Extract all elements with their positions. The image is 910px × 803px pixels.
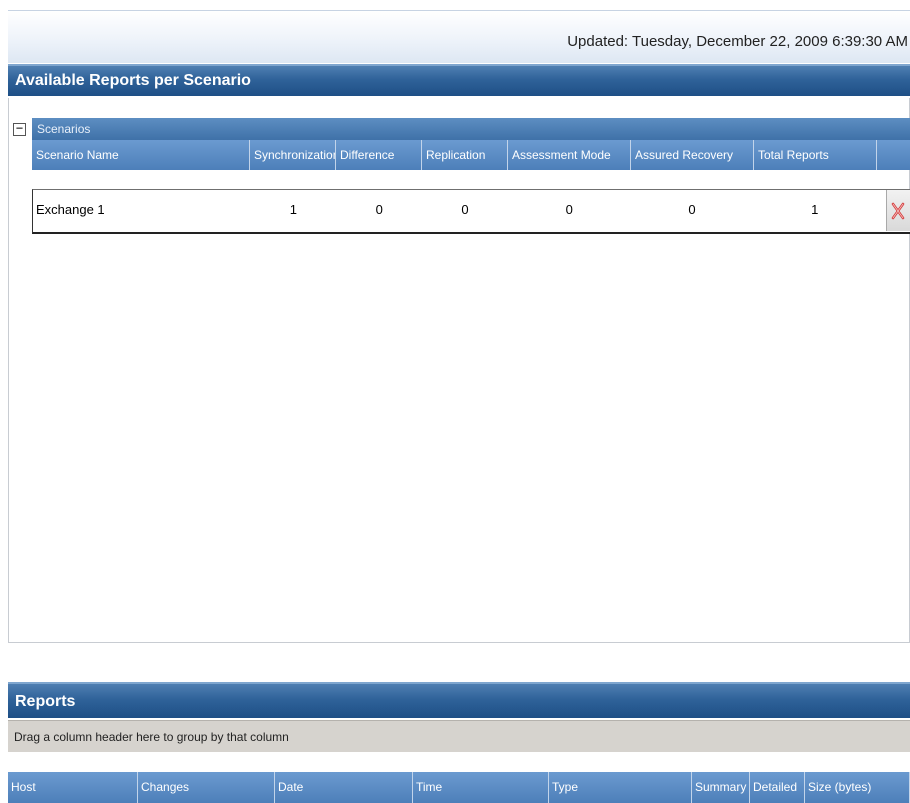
cell-replication: 0	[461, 202, 469, 217]
column-header-replication[interactable]: Replication	[422, 140, 508, 170]
column-header-difference[interactable]: Difference	[336, 140, 422, 170]
updated-bar: Updated: Tuesday, December 22, 2009 6:39…	[8, 10, 910, 63]
column-header-time[interactable]: Time	[413, 772, 549, 803]
column-header-date[interactable]: Date	[275, 772, 413, 803]
cell-synchronization: 1	[289, 202, 298, 217]
cell-difference: 0	[375, 202, 383, 217]
column-header-actions	[877, 140, 910, 170]
reports-column-header-row: Host Changes Date Time Type Summary Deta…	[8, 772, 910, 803]
section-title-available-reports: Available Reports per Scenario	[8, 64, 910, 96]
column-header-summary[interactable]: Summary	[692, 772, 750, 803]
table-row[interactable]: Exchange 1 1 0 0 0 0 1	[32, 189, 910, 234]
delete-icon	[892, 202, 905, 219]
scenarios-column-header-row: Scenario Name Synchronization Difference…	[32, 140, 910, 170]
scenarios-panel: − Scenarios Scenario Name Synchronizatio…	[8, 98, 910, 643]
column-header-total-reports[interactable]: Total Reports	[754, 140, 877, 170]
cell-assured-recovery: 0	[688, 202, 696, 217]
column-header-changes[interactable]: Changes	[138, 772, 275, 803]
column-header-assessment-mode[interactable]: Assessment Mode	[508, 140, 631, 170]
cell-delete	[876, 190, 910, 232]
column-header-type[interactable]: Type	[549, 772, 692, 803]
column-header-host[interactable]: Host	[8, 772, 138, 803]
column-header-size[interactable]: Size (bytes)	[805, 772, 910, 803]
cell-assessment-mode: 0	[565, 202, 573, 217]
collapse-group-button[interactable]: −	[13, 122, 26, 136]
column-header-assured-recovery[interactable]: Assured Recovery	[631, 140, 754, 170]
group-by-drop-area[interactable]: Drag a column header here to group by th…	[8, 720, 910, 752]
column-header-scenario-name[interactable]: Scenario Name	[32, 140, 250, 170]
column-header-synchronization[interactable]: Synchronization	[250, 140, 336, 170]
updated-timestamp: Updated: Tuesday, December 22, 2009 6:39…	[567, 33, 908, 50]
cell-scenario-name: Exchange 1	[36, 202, 105, 217]
cell-total-reports: 1	[811, 202, 819, 217]
section-title-reports: Reports	[8, 682, 910, 718]
delete-button[interactable]	[885, 190, 910, 231]
scenarios-group-header: Scenarios	[32, 118, 910, 140]
column-header-detailed[interactable]: Detailed	[750, 772, 805, 803]
